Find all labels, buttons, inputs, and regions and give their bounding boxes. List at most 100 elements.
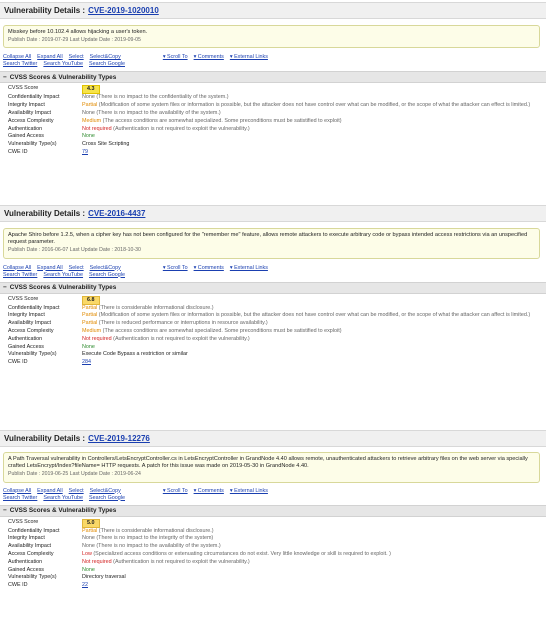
search-youtube-link[interactable]: Search YouTube [43,495,83,502]
label-authentication: Authentication [8,125,43,132]
cvss-title-text: CVSS Scores & Vulnerability Types [9,507,117,515]
value-vuln-types: Execute Code Bypass a restriction or sim… [82,351,188,358]
scroll-to-link[interactable]: ▾ Scroll To [163,54,188,61]
row-confidentiality: Confidentiality Impact Partial (There is… [8,305,546,313]
row-vuln-types: Vulnerability Type(s) Directory traversa… [8,574,546,582]
cwe-link[interactable]: 284 [82,359,91,365]
confidentiality-level: Partial [82,304,98,311]
row-cwe-id: CWE ID 22 [8,582,546,590]
row-confidentiality: Confidentiality Impact None (There is no… [8,94,546,102]
summary-text: Apache Shiro before 1.2.5, when a cipher… [8,232,528,246]
access-text: (The access conditions are somewhat spec… [101,328,342,334]
cvss-section-title[interactable]: − CVSS Scores & Vulnerability Types [0,504,546,517]
cve-link[interactable]: CVE-2016-4437 [88,209,145,218]
expand-all-link[interactable]: Expand All [37,54,62,61]
cve-link[interactable]: CVE-2019-12276 [88,434,150,443]
select-link[interactable]: Select [69,54,84,61]
cvss-section-title[interactable]: − CVSS Scores & Vulnerability Types [0,281,546,294]
collapse-icon[interactable]: − [3,284,7,291]
search-google-link[interactable]: Search Google [89,61,125,68]
external-links-link[interactable]: ▾ External Links [230,265,268,272]
collapse-icon[interactable]: − [3,507,7,514]
cvss-title-text: CVSS Scores & Vulnerability Types [9,73,117,81]
publish-dates: Publish Date : 2016-06-07 Last Update Da… [8,247,141,254]
scroll-to-link[interactable]: ▾ Scroll To [163,265,188,272]
label-cwe-id: CWE ID [8,359,28,366]
publish-dates: Publish Date : 2019-06-25 Last Update Da… [8,471,141,478]
cvss-score-badge: 5.0 [82,518,100,528]
search-twitter-link[interactable]: Search Twitter [3,495,37,502]
confidentiality-level: Partial [82,527,98,534]
cvss-section-title[interactable]: − CVSS Scores & Vulnerability Types [0,71,546,84]
integrity-text: (Modification of some system files or in… [97,102,531,109]
row-availability: Availability Impact None (There is no im… [8,543,546,551]
value-availability: None (There is no impact to the availabi… [82,110,221,116]
access-text: (The access conditions are somewhat spec… [101,117,342,124]
label-authentication: Authentication [8,558,43,565]
search-twitter-link[interactable]: Search Twitter [3,272,37,279]
row-gained-access: Gained Access None [8,344,546,352]
confidentiality-text: (There is considerable informational dis… [97,527,214,534]
select-copy-link[interactable]: Select&Copy [90,265,121,272]
cvss-table: CVSS Score 4.3 Confidentiality Impact No… [8,85,546,156]
select-copy-link[interactable]: Select&Copy [90,488,121,495]
search-youtube-link[interactable]: Search YouTube [43,61,83,68]
label-availability: Availability Impact [8,110,52,116]
search-links: Search Twitter Search YouTube Search Goo… [0,272,546,279]
collapse-icon[interactable]: − [3,74,7,81]
row-access-complexity: Access Complexity Low (Specialized acces… [8,551,546,559]
label-gained-access: Gained Access [8,133,44,140]
external-links-link[interactable]: ▾ External Links [230,54,268,61]
cve-link[interactable]: CVE-2019-1020010 [88,6,159,15]
comments-link[interactable]: ▾ Comments [194,54,224,61]
search-twitter-link[interactable]: Search Twitter [3,61,37,68]
label-availability: Availability Impact [8,320,52,327]
integrity-level: Partial [82,312,98,319]
label-cvss-score: CVSS Score [8,295,39,302]
select-link[interactable]: Select [69,488,84,495]
search-google-link[interactable]: Search Google [89,495,125,502]
auth-level: Not required [82,335,112,342]
label-availability: Availability Impact [8,543,52,550]
cwe-link[interactable]: 22 [82,582,88,588]
comments-link[interactable]: ▾ Comments [194,488,224,495]
row-cvss-score: CVSS Score 4.3 [8,85,546,95]
vulnerability-header: Vulnerability Details : CVE-2019-12276 [0,430,546,447]
auth-level: Not required [82,558,112,565]
row-cvss-score: CVSS Score 5.0 [8,518,546,528]
expand-all-link[interactable]: Expand All [37,488,62,495]
collapse-all-link[interactable]: Collapse All [3,54,31,61]
summary-box: A Path Traversal vulnerability in Contro… [3,452,540,483]
comments-link[interactable]: ▾ Comments [194,265,224,272]
label-confidentiality: Confidentiality Impact [8,304,60,311]
cvss-score-badge: 4.3 [82,85,100,95]
access-text: (Specialized access conditions or extenu… [91,551,391,557]
auth-text: (Authentication is not required to explo… [111,558,250,565]
cvss-table: CVSS Score 6.8 Confidentiality Impact Pa… [8,295,546,367]
row-access-complexity: Access Complexity Medium (The access con… [8,328,546,336]
collapse-all-link[interactable]: Collapse All [3,265,31,272]
cvss-title-text: CVSS Scores & Vulnerability Types [9,284,117,292]
label-gained-access: Gained Access [8,566,44,573]
value-integrity: None (There is no impact to the integrit… [82,535,214,542]
expand-all-link[interactable]: Expand All [37,265,62,272]
search-links: Search Twitter Search YouTube Search Goo… [0,61,546,68]
scroll-to-link[interactable]: ▾ Scroll To [163,488,188,495]
label-cvss-score: CVSS Score [8,518,39,525]
search-google-link[interactable]: Search Google [89,272,125,279]
value-gained-access: None [82,133,95,140]
external-links-link[interactable]: ▾ External Links [230,488,268,495]
search-youtube-link[interactable]: Search YouTube [43,272,83,279]
collapse-all-link[interactable]: Collapse All [3,488,31,495]
value-gained-access: None [82,566,95,573]
header-prefix: Vulnerability Details : [4,209,86,218]
select-copy-link[interactable]: Select&Copy [90,54,121,61]
label-confidentiality: Confidentiality Impact [8,94,60,101]
vulnerability-header: Vulnerability Details : CVE-2016-4437 [0,205,546,222]
cwe-link[interactable]: 79 [82,149,88,155]
header-prefix: Vulnerability Details : [4,6,86,15]
summary-box: Apache Shiro before 1.2.5, when a cipher… [3,228,540,259]
value-gained-access: None [82,343,95,350]
select-link[interactable]: Select [69,265,84,272]
row-vuln-types: Vulnerability Type(s) Cross Site Scripti… [8,141,546,149]
